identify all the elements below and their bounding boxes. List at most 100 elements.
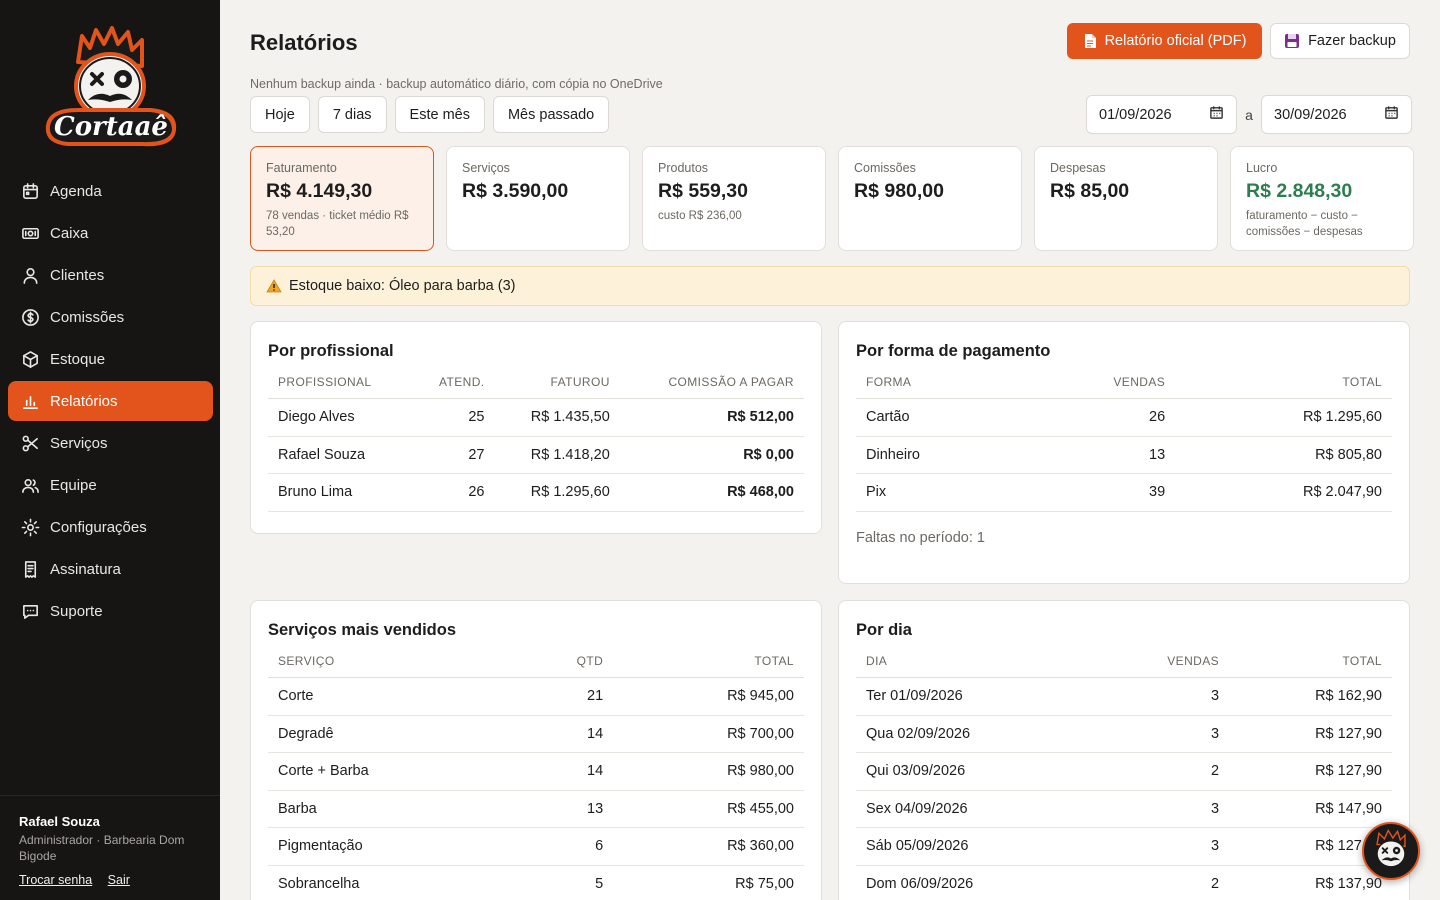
column-header: FORMA [856,375,1019,399]
brand-wordmark: Cortaaê [54,112,168,142]
sidebar-item-caixa[interactable]: Caixa [8,213,213,253]
filter-last-month-button[interactable]: Mês passado [492,96,610,133]
table-row: Sáb 05/09/2026 3 R$ 127,90 [856,827,1392,866]
sidebar-item-agenda[interactable]: Agenda [8,171,213,211]
user-role: Administrador · Barbearia Dom Bigode [19,833,185,863]
table-cell: R$ 468,00 [619,473,804,512]
sidebar-item-label: Suporte [50,602,103,620]
kpi-value: R$ 85,00 [1050,180,1130,202]
column-header: VENDAS [1094,654,1230,678]
column-header: TOTAL [1175,375,1392,399]
calendar-icon[interactable] [1209,105,1224,124]
table-cell: Qui 03/09/2026 [856,752,1095,791]
sidebar-item-configuracoes[interactable]: Configurações [8,507,213,547]
alert-text: Estoque baixo: Óleo para barba (3) [289,278,516,294]
professional-table: PROFISSIONAL ATEND. FATUROU COMISSÃO A P… [268,375,804,512]
date-from-input[interactable]: 01/09/2026 [1086,95,1237,134]
table-row: Bruno Lima 26 R$ 1.295,60 R$ 468,00 [268,473,804,512]
table-cell: 21 [511,677,614,716]
kpi-sub: 78 vendas · ticket médio R$ 53,20 [266,210,409,238]
kpi-comissoes: Comissões R$ 980,00 [838,146,1022,251]
assistant-mascot-button[interactable] [1362,822,1420,880]
mascot-icon [1376,829,1406,868]
pdf-button-label: Relatório oficial (PDF) [1104,33,1247,49]
table-cell: Dom 06/09/2026 [856,865,1095,900]
date-from-value: 01/09/2026 [1099,106,1172,123]
column-header: SERVIÇO [268,654,511,678]
sidebar-item-label: Serviços [50,434,108,452]
floppy-disk-icon [1284,33,1300,49]
sidebar-item-label: Comissões [50,308,125,326]
sidebar-item-assinatura[interactable]: Assinatura [8,549,213,589]
table-row: Pix 39 R$ 2.047,90 [856,473,1392,512]
card-by-day: Por dia DIA VENDAS TOTAL Ter 01/09/2026 3… [838,600,1410,900]
table-cell: Sáb 05/09/2026 [856,827,1095,866]
sidebar-item-equipe[interactable]: Equipe [8,465,213,505]
low-stock-alert: Estoque baixo: Óleo para barba (3) [250,266,1410,306]
table-cell: 39 [1018,473,1176,512]
sidebar-item-label: Equipe [50,476,97,494]
table-cell: R$ 137,90 [1229,865,1392,900]
date-to-value: 30/09/2026 [1274,106,1347,123]
column-header: QTD [511,654,614,678]
table-cell: R$ 147,90 [1229,790,1392,828]
sidebar-item-estoque[interactable]: Estoque [8,339,213,379]
users-icon [20,475,40,495]
sidebar-item-comissoes[interactable]: Comissões [8,297,213,337]
table-row: Corte 21 R$ 945,00 [268,677,804,716]
receipt-icon [20,559,40,579]
filter-today-button[interactable]: Hoje [250,96,310,133]
table-cell: R$ 75,00 [613,865,804,900]
change-password-link[interactable]: Trocar senha [19,873,92,887]
card-title: Por dia [856,621,912,639]
table-cell: 13 [1018,436,1176,474]
table-cell: 14 [511,715,614,753]
column-header: DIA [856,654,1095,678]
document-icon [1083,33,1097,49]
column-header: COMISSÃO A PAGAR [619,375,804,399]
kpi-label: Serviços [462,161,510,175]
user-icon [20,265,40,285]
table-cell: 27 [411,436,495,474]
column-header: TOTAL [613,654,804,678]
table-cell: 3 [1094,790,1230,828]
kpi-sub: custo R$ 236,00 [658,210,742,222]
table-cell: Rafael Souza [268,436,412,474]
column-header: TOTAL [1229,654,1392,678]
table-row: Sobrancelha 5 R$ 75,00 [268,865,804,900]
sidebar-item-clientes[interactable]: Clientes [8,255,213,295]
kpi-value: R$ 4.149,30 [266,180,373,202]
table-cell: 14 [511,752,614,791]
date-to-input[interactable]: 30/09/2026 [1261,95,1412,134]
table-cell: R$ 127,90 [1229,715,1392,753]
table-cell: R$ 512,00 [619,398,804,437]
table-row: Cartão 26 R$ 1.295,60 [856,398,1392,437]
calendar-icon[interactable] [1384,105,1399,124]
table-cell: 6 [511,827,614,866]
table-cell: Ter 01/09/2026 [856,677,1095,716]
official-report-pdf-button[interactable]: Relatório oficial (PDF) [1067,23,1262,59]
logout-link[interactable]: Sair [108,873,130,887]
table-cell: Qua 02/09/2026 [856,715,1095,753]
sidebar-item-relatorios[interactable]: Relatórios [8,381,213,421]
gear-icon [20,517,40,537]
backup-button-label: Fazer backup [1308,33,1396,49]
daily-table: DIA VENDAS TOTAL Ter 01/09/2026 3 R$ 162,9… [856,654,1392,900]
table-cell: R$ 2.047,90 [1175,473,1392,512]
sidebar-item-label: Caixa [50,224,89,242]
table-row: Diego Alves 25 R$ 1.435,50 R$ 512,00 [268,398,804,437]
table-cell: Dinheiro [856,436,1019,474]
scissors-icon [20,433,40,453]
sidebar-item-servicos[interactable]: Serviços [8,423,213,463]
backup-button[interactable]: Fazer backup [1270,23,1410,59]
kpi-value: R$ 980,00 [854,180,944,202]
kpi-label: Faturamento [266,161,337,175]
filter-7-days-button[interactable]: 7 dias [317,96,387,133]
table-cell: 3 [1094,677,1230,716]
table-cell: R$ 127,90 [1229,752,1392,791]
table-cell: R$ 0,00 [619,436,804,474]
table-cell: Pix [856,473,1019,512]
table-cell: R$ 162,90 [1229,677,1392,716]
sidebar-item-suporte[interactable]: Suporte [8,591,213,631]
filter-this-month-button[interactable]: Este mês [394,96,485,133]
